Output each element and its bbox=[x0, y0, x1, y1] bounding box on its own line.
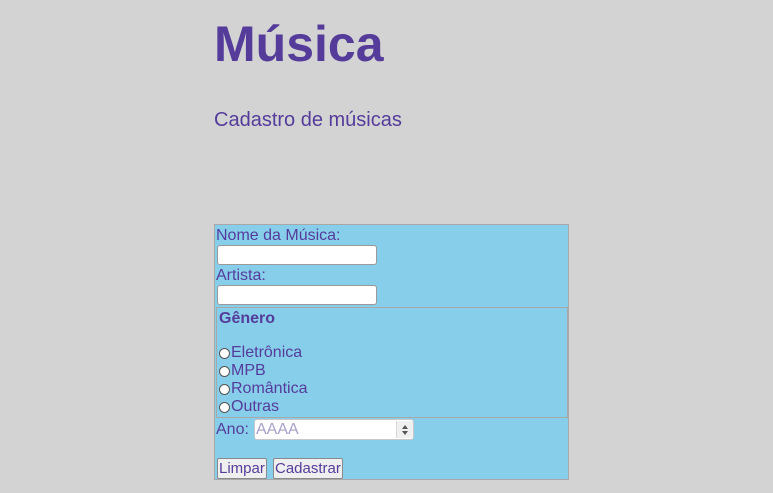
radio-button[interactable] bbox=[219, 365, 230, 377]
name-input[interactable] bbox=[217, 245, 377, 265]
year-label: Ano: bbox=[216, 421, 249, 438]
name-label: Nome da Música: bbox=[216, 227, 341, 244]
radio-button[interactable] bbox=[219, 383, 230, 395]
artist-label: Artista: bbox=[216, 267, 266, 284]
artist-input[interactable] bbox=[217, 285, 377, 305]
page-title: Música bbox=[214, 16, 384, 72]
radio-button[interactable] bbox=[219, 347, 230, 359]
genre-option-label: Romântica bbox=[231, 380, 308, 397]
genre-option-outras[interactable]: Outras bbox=[219, 398, 279, 416]
chevron-down-icon[interactable] bbox=[402, 430, 408, 435]
year-spinner[interactable] bbox=[396, 421, 413, 438]
page-subtitle: Cadastro de músicas bbox=[214, 109, 402, 131]
genre-option-mpb[interactable]: MPB bbox=[219, 362, 266, 380]
genre-legend: Gênero bbox=[219, 310, 276, 327]
music-form: Nome da Música: Artista: Gênero Eletrôni… bbox=[214, 224, 569, 480]
radio-button[interactable] bbox=[219, 401, 230, 413]
reset-button[interactable]: Limpar bbox=[217, 458, 267, 479]
genre-option-romantica[interactable]: Romântica bbox=[219, 380, 307, 398]
submit-button[interactable]: Cadastrar bbox=[273, 458, 343, 479]
chevron-up-icon[interactable] bbox=[402, 424, 408, 429]
year-input[interactable] bbox=[254, 419, 414, 440]
genre-option-label: Outras bbox=[231, 398, 280, 415]
genre-option-eletronica[interactable]: Eletrônica bbox=[219, 344, 302, 362]
genre-fieldset: Gênero Eletrônica MPB Romântica Outras bbox=[216, 307, 568, 418]
genre-option-label: MPB bbox=[231, 362, 266, 379]
genre-option-label: Eletrônica bbox=[231, 344, 303, 361]
